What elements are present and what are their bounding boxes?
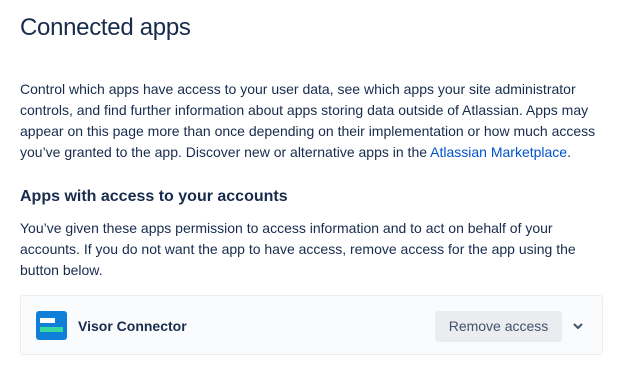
logo-bar-white <box>40 318 55 323</box>
atlassian-marketplace-link[interactable]: Atlassian Marketplace <box>430 144 567 160</box>
app-name: Visor Connector <box>78 318 187 334</box>
expand-toggle[interactable] <box>566 314 590 338</box>
logo-bar-green <box>40 327 63 332</box>
remove-access-button[interactable]: Remove access <box>435 311 562 342</box>
visor-logo-icon <box>36 311 67 340</box>
section-description: You’ve given these apps permission to ac… <box>20 220 576 278</box>
app-card: Visor Connector Remove access <box>20 295 603 355</box>
section-heading: Apps with access to your accounts <box>20 188 288 205</box>
intro-suffix: . <box>567 144 571 160</box>
connected-apps-page: Connected apps Control which apps have a… <box>0 0 626 388</box>
intro-paragraph: Control which apps have access to your u… <box>20 79 610 163</box>
chevron-down-icon <box>573 323 583 329</box>
page-title: Connected apps <box>20 14 191 41</box>
